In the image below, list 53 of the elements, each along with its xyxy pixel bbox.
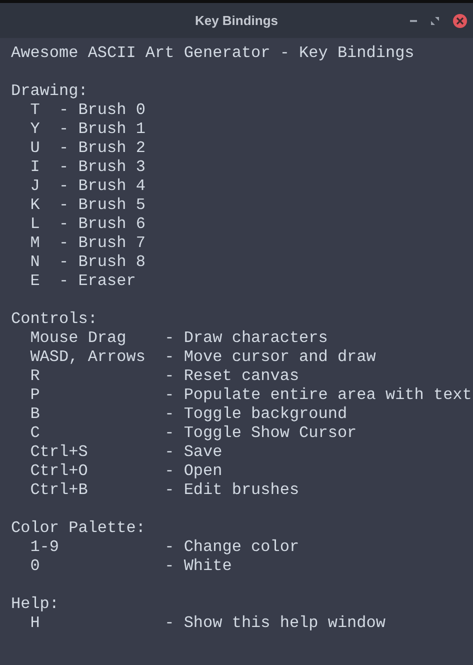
section-title: Controls: — [11, 310, 98, 329]
key-label: K — [30, 196, 40, 214]
key-label: M — [30, 234, 40, 252]
key-label: 1-9 — [30, 538, 60, 556]
action-label: - Brush 3 — [59, 158, 146, 177]
action-label: - Show this help window — [164, 614, 386, 633]
action-label: - Edit brushes — [164, 481, 300, 500]
action-label: - Toggle background — [164, 405, 348, 424]
key-label: C — [30, 424, 40, 442]
heading: Awesome ASCII Art Generator - Key Bindings — [11, 44, 416, 63]
action-label: - Brush 7 — [59, 234, 146, 253]
action-label: - Reset canvas — [164, 367, 300, 386]
action-label: - Toggle Show Cursor — [164, 424, 357, 443]
key-label: P — [30, 386, 40, 404]
action-label: - Eraser — [59, 272, 136, 291]
key-label: I — [30, 158, 40, 176]
key-label: R — [30, 367, 40, 385]
action-label: - Change color — [164, 538, 300, 557]
key-label: B — [30, 405, 40, 423]
maximize-icon[interactable] — [431, 16, 439, 24]
action-label: - Open — [164, 462, 222, 481]
key-label: L — [30, 215, 40, 233]
key-label: U — [30, 139, 40, 157]
key-label: E — [30, 272, 40, 290]
section-title: Help: — [11, 595, 60, 614]
action-label: - Populate entire area with text — [164, 386, 472, 405]
action-label: - Brush 1 — [59, 120, 146, 139]
window-title: Key Bindings — [194, 12, 278, 30]
section-title: Color Palette: — [11, 519, 146, 538]
action-label: - Draw characters — [164, 329, 328, 348]
action-label: - Save — [164, 443, 222, 462]
key-label: T — [30, 101, 40, 119]
section-title: Drawing: — [11, 82, 89, 101]
key-label: Y — [30, 120, 40, 138]
minimize-icon[interactable] — [410, 20, 417, 22]
action-label: - Brush 0 — [59, 101, 146, 120]
action-label: - Brush 8 — [59, 253, 146, 272]
action-label: - Brush 6 — [59, 215, 146, 234]
key-label: N — [30, 253, 40, 271]
key-label: WASD, Arrows — [30, 348, 146, 366]
key-label: 0 — [30, 557, 40, 575]
action-label: - Brush 4 — [59, 177, 146, 196]
key-label: Ctrl+B — [30, 481, 88, 499]
key-label: Mouse Drag — [30, 329, 126, 347]
key-label: Ctrl+S — [30, 443, 88, 461]
action-label: - Brush 2 — [59, 139, 146, 158]
close-icon[interactable] — [453, 14, 467, 28]
key-label: H — [30, 614, 40, 632]
key-label: Ctrl+O — [30, 462, 88, 480]
action-label: - Move cursor and draw — [164, 348, 376, 367]
key-label: J — [30, 177, 40, 195]
action-label: - White — [164, 557, 232, 576]
action-label: - Brush 5 — [59, 196, 146, 215]
